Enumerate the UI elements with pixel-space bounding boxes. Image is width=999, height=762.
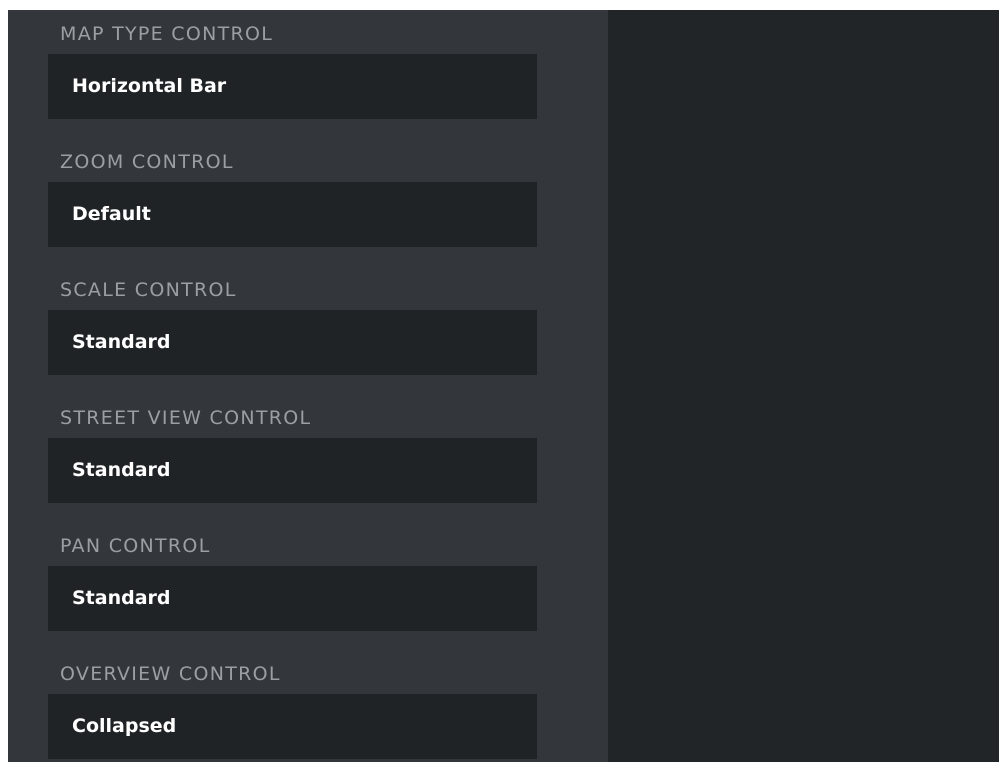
map-type-control-select[interactable]: Horizontal Bar [48, 54, 537, 119]
app-frame: MAP TYPE CONTROL Horizontal Bar ZOOM CON… [8, 10, 999, 762]
settings-sidebar: MAP TYPE CONTROL Horizontal Bar ZOOM CON… [8, 10, 608, 762]
map-preview-area [608, 10, 999, 762]
street-view-control-value: Standard [72, 459, 171, 481]
street-view-control-select[interactable]: Standard [48, 438, 537, 503]
street-view-control-label: STREET VIEW CONTROL [60, 407, 312, 429]
overview-control-value: Collapsed [72, 715, 177, 737]
overview-control-label: OVERVIEW CONTROL [60, 663, 281, 685]
zoom-control-select[interactable]: Default [48, 182, 537, 247]
overview-control-select[interactable]: Collapsed [48, 694, 537, 759]
map-type-control-value: Horizontal Bar [72, 75, 227, 97]
pan-control-value: Standard [72, 587, 171, 609]
map-type-control-label: MAP TYPE CONTROL [60, 23, 274, 45]
scale-control-select[interactable]: Standard [48, 310, 537, 375]
zoom-control-value: Default [72, 203, 151, 225]
scale-control-value: Standard [72, 331, 171, 353]
zoom-control-label: ZOOM CONTROL [60, 151, 234, 173]
pan-control-select[interactable]: Standard [48, 566, 537, 631]
pan-control-label: PAN CONTROL [60, 535, 211, 557]
scale-control-label: SCALE CONTROL [60, 279, 237, 301]
